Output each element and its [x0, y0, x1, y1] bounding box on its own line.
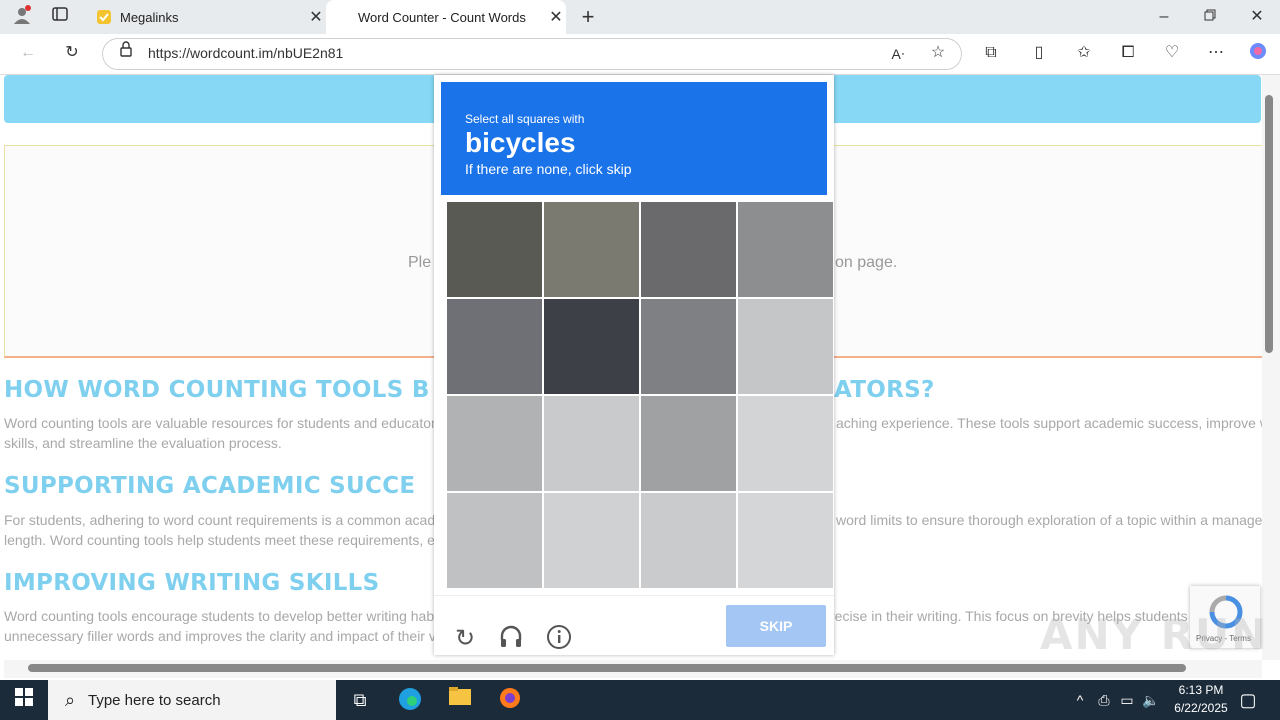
captcha-tile[interactable]: [738, 396, 833, 491]
captcha-tile[interactable]: [544, 396, 639, 491]
captcha-target-text: bicycles: [465, 127, 576, 158]
paragraph-line: For students, adhering to word count req…: [4, 512, 436, 528]
more-menu-icon[interactable]: ⋯: [1204, 41, 1228, 65]
tab-megalinks[interactable]: Megalinks ✕: [88, 0, 326, 34]
captcha-hint-text: If there are none, click skip: [465, 161, 632, 177]
captcha-tile[interactable]: [447, 202, 542, 297]
captcha-tile[interactable]: [641, 493, 736, 588]
paragraph-line: word limits to ensure thorough explorati…: [836, 512, 1262, 528]
lock-icon[interactable]: [114, 41, 138, 65]
split-screen-icon[interactable]: ▯: [1027, 41, 1051, 65]
paragraph-line: length. Word counting tools help student…: [4, 532, 435, 548]
extensions-icon[interactable]: ⧉: [979, 41, 1003, 65]
close-tab-icon[interactable]: ✕: [306, 7, 326, 27]
close-window-icon[interactable]: ✕: [1245, 5, 1269, 29]
captcha-tile[interactable]: [544, 202, 639, 297]
browser-tab-bar: Megalinks ✕ Word Counter - Count Words ✕…: [0, 0, 1280, 34]
section-heading: IMPROVING WRITING SKILLS: [4, 570, 380, 596]
tab-title: Word Counter - Count Words: [358, 9, 526, 25]
section-heading-cont: ATORS?: [834, 377, 935, 403]
paragraph-line: aching experience. These tools support a…: [836, 415, 1262, 431]
megalinks-favicon-icon: [96, 9, 112, 25]
captcha-instruction-text: Select all squares with: [465, 112, 585, 126]
section-heading: HOW WORD COUNTING TOOLS B: [4, 377, 430, 403]
horizontal-scroll-thumb[interactable]: [28, 664, 1186, 672]
collections-icon[interactable]: ⧠: [1116, 41, 1140, 65]
notifications-icon[interactable]: ▢: [1234, 686, 1262, 714]
skip-button[interactable]: SKIP: [726, 605, 826, 647]
restore-icon[interactable]: [1198, 5, 1222, 29]
captcha-tile[interactable]: [738, 202, 833, 297]
read-aloud-icon[interactable]: Aᐧ: [886, 42, 910, 66]
captcha-tile[interactable]: [544, 493, 639, 588]
reload-icon[interactable]: ↻: [450, 624, 480, 654]
favorites-icon[interactable]: ✩: [1072, 41, 1096, 65]
close-tab-icon[interactable]: ✕: [546, 7, 566, 27]
firefox-icon[interactable]: [496, 686, 524, 714]
info-icon[interactable]: [544, 624, 574, 654]
file-explorer-icon[interactable]: [446, 686, 474, 714]
paragraph-line: Word counting tools encourage students t…: [4, 608, 435, 624]
copilot-icon[interactable]: [1246, 41, 1270, 65]
taskbar-search-placeholder: Type here to search: [88, 692, 221, 709]
tab-actions-icon[interactable]: [48, 5, 72, 29]
paragraph-line: unnecessary filler words and improves th…: [4, 628, 436, 644]
captcha-tile[interactable]: [447, 396, 542, 491]
search-icon: ⌕: [64, 690, 76, 710]
favorite-star-icon[interactable]: ☆: [926, 41, 950, 65]
captcha-tile[interactable]: [738, 493, 833, 588]
captcha-instructions: Select all squares with bicycles If ther…: [441, 82, 827, 195]
volume-icon[interactable]: 🔈: [1137, 686, 1165, 714]
new-tab-icon[interactable]: +: [576, 5, 600, 29]
paragraph-line: Word counting tools are valuable resourc…: [4, 415, 436, 431]
captcha-tile[interactable]: [738, 299, 833, 394]
captcha-image-grid: [447, 202, 833, 588]
vertical-scroll-thumb[interactable]: [1265, 95, 1273, 353]
paragraph-line: skills, and streamline the evaluation pr…: [4, 435, 282, 451]
back-icon[interactable]: ←: [16, 41, 40, 65]
windows-start-icon[interactable]: [10, 686, 38, 714]
captcha-tile[interactable]: [641, 202, 736, 297]
url-text[interactable]: https://wordcount.im/nbUE2n81: [148, 45, 343, 61]
clock-time[interactable]: 6:13 PM: [1170, 683, 1232, 697]
captcha-tile[interactable]: [447, 493, 542, 588]
edge-taskbar-icon[interactable]: [396, 686, 424, 714]
tab-word-counter[interactable]: Word Counter - Count Words ✕: [326, 0, 566, 34]
captcha-tile[interactable]: [641, 396, 736, 491]
recaptcha-challenge: Select all squares with bicycles If ther…: [434, 75, 834, 655]
placeholder-text-left: Ple: [408, 254, 432, 271]
headphones-icon[interactable]: [496, 624, 526, 654]
placeholder-text-right: on page.: [835, 254, 898, 271]
profile-icon[interactable]: [10, 5, 34, 29]
anyrun-watermark: ANY RUN: [1040, 610, 1269, 659]
captcha-tile[interactable]: [544, 299, 639, 394]
section-heading: SUPPORTING ACADEMIC SUCCE: [4, 473, 416, 499]
minimize-icon[interactable]: –: [1152, 5, 1176, 29]
browser-essentials-icon[interactable]: ♡: [1160, 41, 1184, 65]
refresh-icon[interactable]: ↻: [60, 41, 84, 65]
tab-title: Megalinks: [120, 9, 179, 25]
captcha-tile[interactable]: [641, 299, 736, 394]
clock-date[interactable]: 6/22/2025: [1166, 701, 1236, 715]
task-view-icon[interactable]: ⧉: [346, 686, 374, 714]
captcha-tile[interactable]: [447, 299, 542, 394]
